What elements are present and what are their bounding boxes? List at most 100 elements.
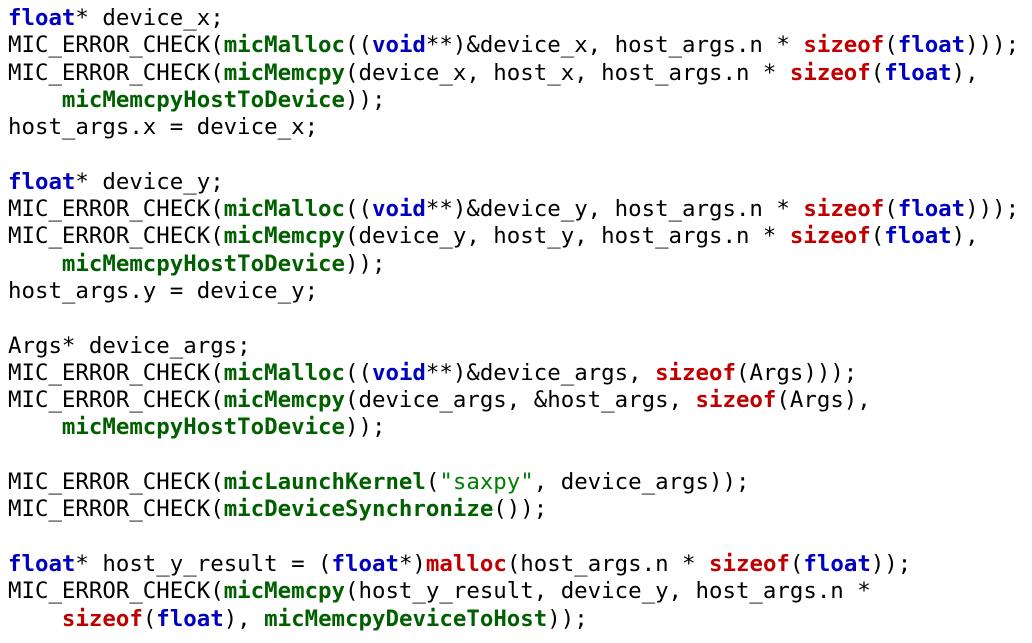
type-keyword: float <box>8 550 76 577</box>
function-name: micMemcpy <box>223 223 346 250</box>
code-line: micMemcpyHostToDevice)); <box>8 87 1032 114</box>
code-line: MIC_ERROR_CHECK(micMalloc((void**)&devic… <box>8 32 1032 59</box>
code-text: ( <box>884 196 898 223</box>
keyword: malloc <box>425 550 507 577</box>
code-text: MIC_ERROR_CHECK( <box>8 223 224 250</box>
code-text: ), <box>223 605 265 632</box>
type-keyword: float <box>897 32 966 59</box>
keyword: sizeof <box>655 359 736 386</box>
code-text: ( <box>142 605 157 632</box>
code-text: (( <box>345 359 372 386</box>
keyword: sizeof <box>695 387 777 414</box>
code-line: MIC_ERROR_CHECK(micMemcpy(device_y, host… <box>8 223 1032 250</box>
code-line: MIC_ERROR_CHECK(micMemcpy(host_y_result,… <box>8 578 1032 605</box>
code-line: Args* device_args; <box>8 333 1032 360</box>
type-keyword: float <box>884 223 952 250</box>
code-line: MIC_ERROR_CHECK(micLaunchKernel("saxpy",… <box>8 469 1032 496</box>
function-name: micMemcpy <box>223 578 346 605</box>
code-line: MIC_ERROR_CHECK(micMalloc((void**)&devic… <box>8 360 1032 387</box>
code-text: (Args), <box>776 387 871 414</box>
string-literal: "saxpy" <box>439 469 534 496</box>
type-keyword: float <box>156 605 224 632</box>
code-text: **)&device_x, host_args.n * <box>425 32 804 59</box>
code-line: micMemcpyHostToDevice)); <box>8 251 1032 278</box>
function-name: micMemcpyHostToDevice <box>61 250 346 277</box>
code-text: MIC_ERROR_CHECK( <box>8 387 224 414</box>
code-text: (host_y_result, device_y, host_args.n * <box>345 578 871 605</box>
code-text: ()); <box>493 496 548 523</box>
code-text: **)&device_args, <box>425 359 656 386</box>
code-line: float* host_y_result = (float*)malloc(ho… <box>8 551 1032 578</box>
code-text: (Args))); <box>735 359 858 386</box>
code-text: *) <box>398 550 426 577</box>
keyword: sizeof <box>789 59 871 86</box>
code-listing: float* device_x; MIC_ERROR_CHECK(micMallo… <box>0 0 1032 633</box>
code-line: micMemcpyHostToDevice)); <box>8 414 1032 441</box>
code-text: , device_args)); <box>533 469 750 496</box>
function-name: micMalloc <box>223 359 346 386</box>
function-name: micMemcpy <box>223 387 346 414</box>
code-text: * device_y; <box>75 168 224 195</box>
code-line: host_args.x = device_x; <box>8 114 1032 141</box>
code-text: ))); <box>965 32 1020 59</box>
keyword: sizeof <box>789 223 871 250</box>
code-text: ))); <box>965 196 1020 223</box>
code-text: (device_y, host_y, host_args.n * <box>345 223 790 250</box>
code-text: ( <box>870 223 885 250</box>
code-line: MIC_ERROR_CHECK(micMalloc((void**)&devic… <box>8 196 1032 223</box>
function-name: micMemcpyDeviceToHost <box>264 605 548 632</box>
code-text: ( <box>884 32 898 59</box>
code-text: ), <box>951 223 979 250</box>
code-text: )); <box>870 550 912 577</box>
code-text: MIC_ERROR_CHECK( <box>8 196 224 223</box>
code-text: (( <box>345 32 372 59</box>
code-text: (host_args.n * <box>506 550 710 577</box>
type-keyword: float <box>331 550 399 577</box>
code-line: sizeof(float), micMemcpyDeviceToHost)); <box>8 606 1032 633</box>
code-text: ( <box>425 469 440 496</box>
code-line: MIC_ERROR_CHECK(micDeviceSynchronize()); <box>8 496 1032 523</box>
function-name: micMalloc <box>223 196 346 223</box>
code-line: float* device_x; <box>8 5 1032 32</box>
code-line: MIC_ERROR_CHECK(micMemcpy(device_args, &… <box>8 387 1032 414</box>
code-text: MIC_ERROR_CHECK( <box>8 359 224 386</box>
code-text: Args* device_args; <box>8 332 251 359</box>
function-name: micMemcpyHostToDevice <box>61 86 346 113</box>
code-text: (device_x, host_x, host_args.n * <box>345 59 790 86</box>
function-name: micMemcpy <box>223 59 346 86</box>
function-name: micDeviceSynchronize <box>223 496 494 523</box>
keyword: sizeof <box>803 196 885 223</box>
type-keyword: float <box>8 5 76 31</box>
code-text: ), <box>951 59 979 86</box>
code-line: host_args.y = device_y; <box>8 278 1032 305</box>
code-text: * device_x; <box>75 5 224 31</box>
code-text: **)&device_y, host_args.n * <box>425 196 804 223</box>
type-keyword: float <box>897 196 966 223</box>
code-text: MIC_ERROR_CHECK( <box>8 59 224 86</box>
type-keyword: void <box>371 196 426 223</box>
code-text: * host_y_result = ( <box>75 550 332 577</box>
code-text: host_args.x = device_x; <box>8 114 319 141</box>
code-line: MIC_ERROR_CHECK(micMemcpy(device_x, host… <box>8 60 1032 87</box>
code-text: MIC_ERROR_CHECK( <box>8 32 224 59</box>
code-text: MIC_ERROR_CHECK( <box>8 578 224 605</box>
code-line: float* device_y; <box>8 169 1032 196</box>
function-name: micMemcpyHostToDevice <box>61 414 346 441</box>
keyword: sizeof <box>803 32 885 59</box>
code-text: host_args.y = device_y; <box>8 277 319 304</box>
code-text: )); <box>547 605 588 632</box>
code-text: ( <box>870 59 885 86</box>
code-text: ( <box>789 550 804 577</box>
keyword: sizeof <box>709 550 790 577</box>
function-name: micLaunchKernel <box>223 469 426 496</box>
code-text: )); <box>345 414 386 441</box>
type-keyword: float <box>8 168 76 195</box>
type-keyword: float <box>884 59 952 86</box>
